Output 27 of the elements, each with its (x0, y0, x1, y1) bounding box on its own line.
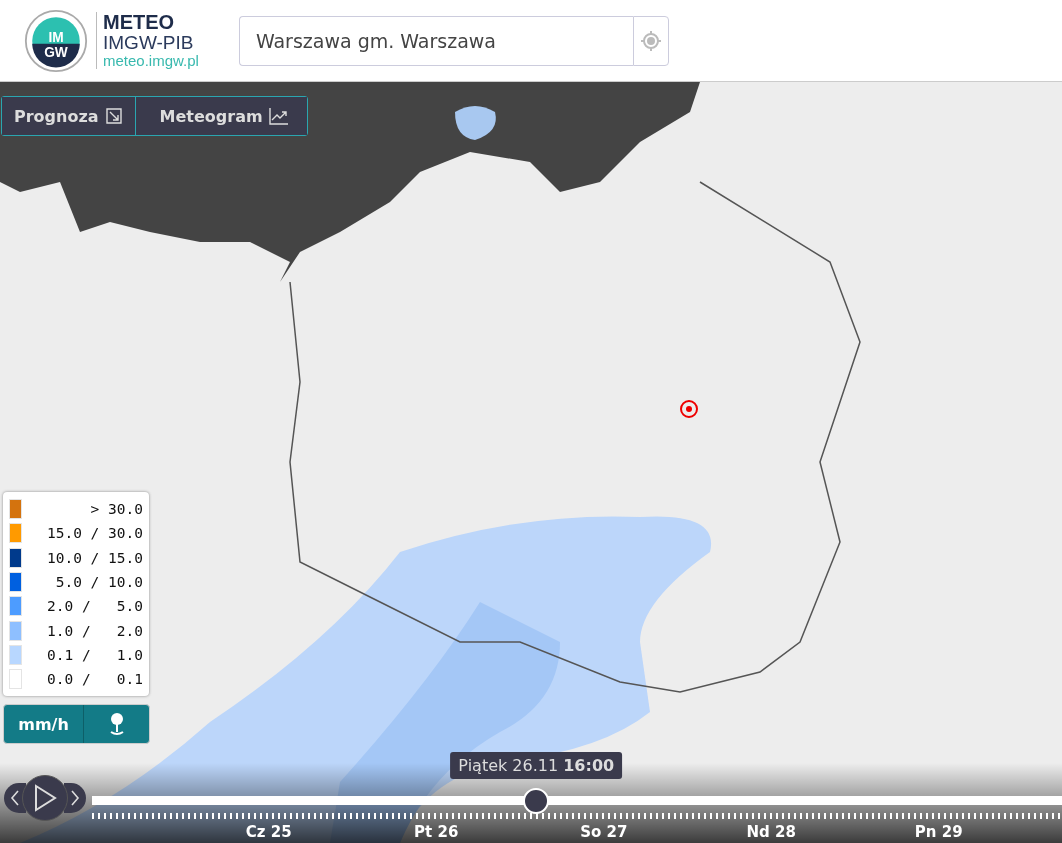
legend-label: 15.0 / 30.0 (45, 525, 143, 542)
logo-icon[interactable]: IM GW (24, 8, 88, 73)
legend-label: 0.0 / 0.1 (45, 671, 143, 688)
legend-label: 5.0 / 10.0 (54, 574, 143, 591)
day-label[interactable]: Nd 28 (687, 823, 855, 841)
brand-title: METEO (103, 12, 176, 34)
chevron-right-icon (70, 790, 80, 806)
legend-label: 0.1 / 1.0 (45, 646, 143, 663)
map-drawing[interactable] (0, 82, 1062, 843)
arrow-box-icon (104, 107, 123, 125)
day-label[interactable]: Pt 26 (352, 823, 520, 841)
chevron-left-icon (10, 790, 20, 806)
legend-label: 10.0 / 15.0 (45, 549, 143, 566)
day-label[interactable]: So 27 (520, 823, 688, 841)
meteogram-button[interactable]: Meteogram (134, 97, 307, 135)
legend-label: 1.0 / 2.0 (45, 622, 143, 639)
line-chart-icon (268, 107, 289, 125)
legend-label: 2.0 / 5.0 (45, 598, 143, 615)
brand-org: IMGW-PIB (103, 33, 195, 54)
play-icon (33, 784, 57, 812)
time-tooltip: Piątek 26.11 16:00 (450, 752, 623, 779)
day-label[interactable]: Cz 25 (185, 823, 353, 841)
time-slider[interactable] (92, 788, 1062, 814)
pin-icon (108, 712, 125, 736)
search-field[interactable]: Warszawa gm. Warszawa (238, 15, 633, 66)
legend-label: > 30.0 (89, 501, 143, 518)
day-label[interactable]: Pn 29 (855, 823, 1023, 841)
